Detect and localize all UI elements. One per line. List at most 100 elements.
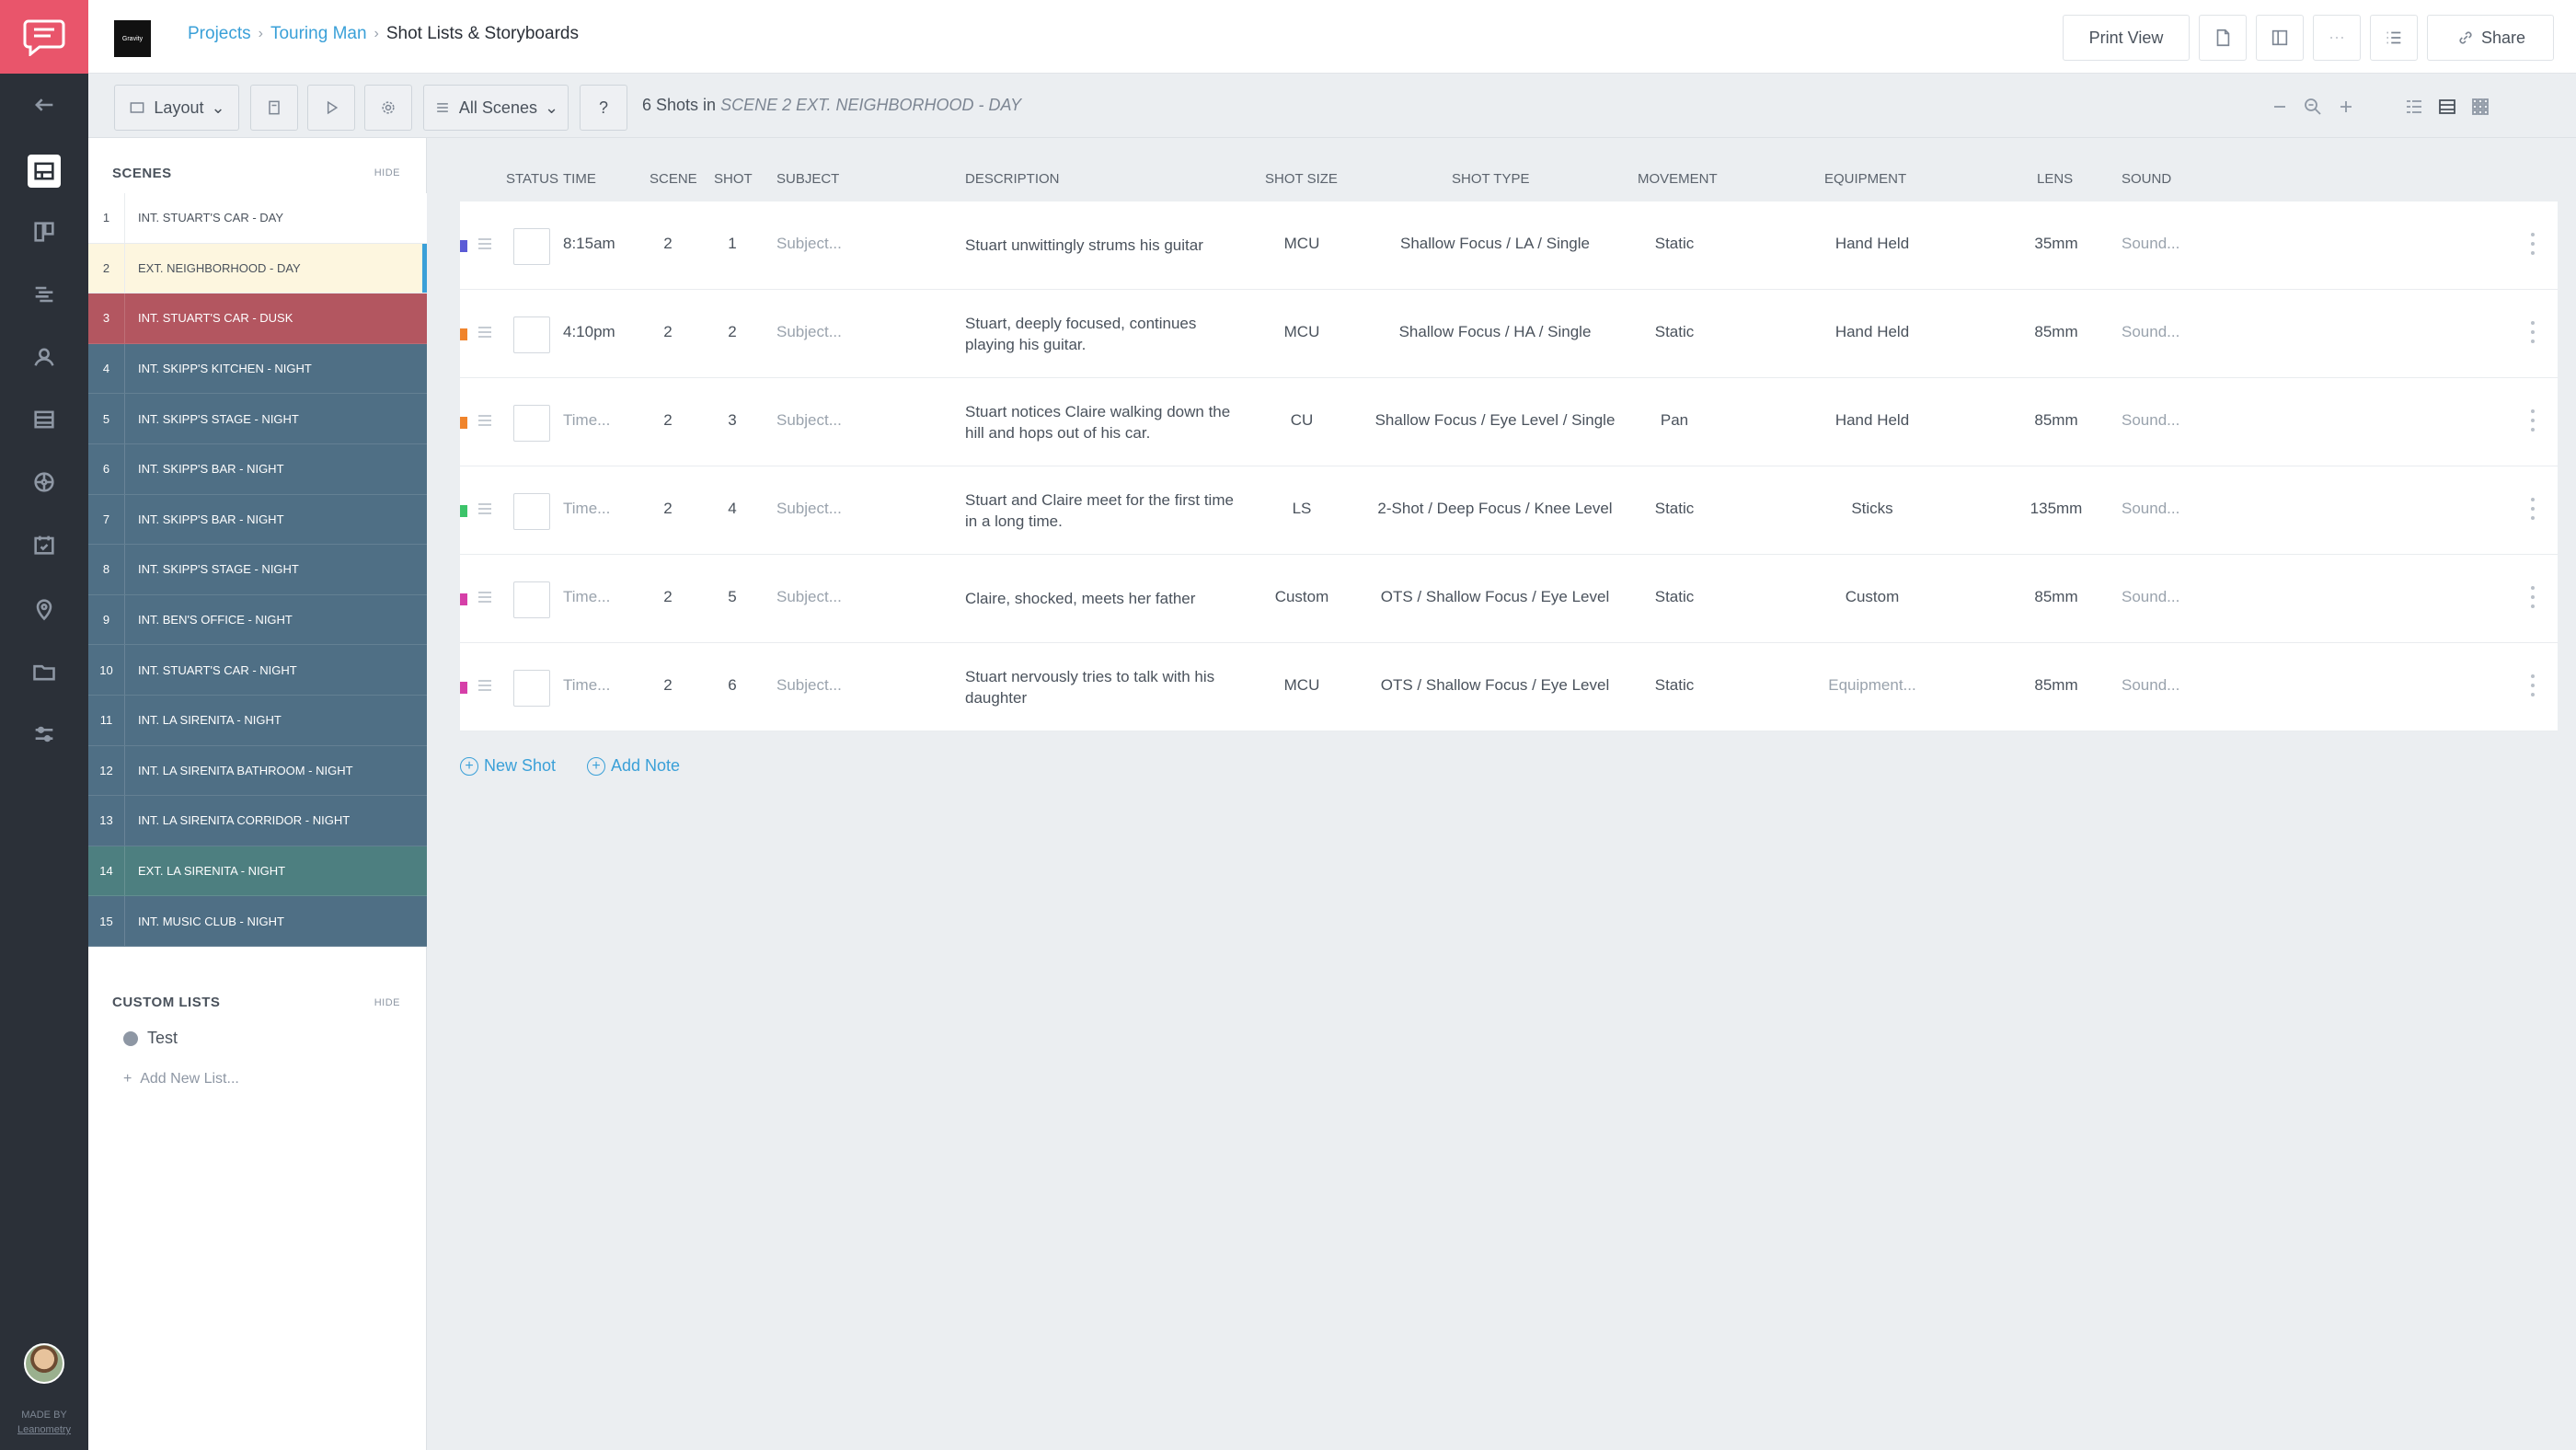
time-cell[interactable]: Time... (563, 588, 610, 606)
scene-cell[interactable]: 2 (650, 323, 686, 341)
col-movement[interactable]: MOVEMENT (1638, 171, 1718, 187)
subject-cell[interactable]: Subject... (776, 588, 842, 606)
scene-item[interactable]: 2 EXT. NEIGHBORHOOD - DAY (88, 243, 427, 294)
scene-item[interactable]: 3 INT. STUART'S CAR - DUSK (88, 293, 427, 344)
row-menu-icon[interactable] (2528, 321, 2537, 343)
subject-cell[interactable]: Subject... (776, 411, 842, 430)
drag-handle-icon[interactable] (478, 680, 491, 693)
scene-item[interactable]: 13 INT. LA SIRENITA CORRIDOR - NIGHT (88, 796, 427, 846)
color-tag[interactable] (460, 328, 467, 340)
sound-cell[interactable]: Sound... (2122, 676, 2179, 695)
col-shot-type[interactable]: SHOT TYPE (1452, 171, 1529, 187)
film-reel-icon[interactable] (28, 466, 61, 499)
settings-button[interactable] (364, 85, 412, 131)
sound-cell[interactable]: Sound... (2122, 500, 2179, 518)
list-view-button[interactable] (2370, 15, 2418, 61)
shot-size-cell[interactable]: Custom (1260, 588, 1343, 606)
scene-cell[interactable]: 2 (650, 588, 686, 606)
status-checkbox[interactable] (513, 405, 550, 442)
shotlist-icon[interactable] (28, 403, 61, 436)
col-time[interactable]: TIME (563, 171, 596, 187)
col-scene[interactable]: SCENE (650, 171, 697, 187)
table-row[interactable]: 4:10pm 2 2 Subject... MCU Shallow Focus / HA … (460, 290, 2558, 378)
col-status[interactable]: STATUS (506, 171, 558, 187)
shot-size-cell[interactable]: LS (1260, 500, 1343, 518)
subject-cell[interactable]: Subject... (776, 500, 842, 518)
storyboard-icon[interactable] (28, 155, 61, 188)
description-cell[interactable]: Stuart and Claire meet for the first tim… (965, 489, 1241, 532)
scene-item[interactable]: 10 INT. STUART'S CAR - NIGHT (88, 645, 427, 696)
board-icon[interactable] (28, 215, 61, 248)
movement-cell[interactable]: Pan (1624, 411, 1725, 430)
scene-item[interactable]: 12 INT. LA SIRENITA BATHROOM - NIGHT (88, 745, 427, 797)
movement-cell[interactable]: Static (1624, 500, 1725, 518)
row-menu-icon[interactable] (2528, 409, 2537, 432)
color-tag[interactable] (460, 682, 467, 694)
time-cell[interactable]: 4:10pm (563, 323, 615, 341)
stripboard-icon[interactable] (28, 278, 61, 311)
col-subject[interactable]: SUBJECT (776, 171, 839, 187)
layout-dropdown[interactable]: Layout ⌄ (114, 85, 239, 131)
scene-cell[interactable]: 2 (650, 500, 686, 518)
shot-cell[interactable]: 3 (714, 411, 751, 430)
share-button[interactable]: Share (2427, 15, 2554, 61)
scene-item[interactable]: 6 INT. SKIPP'S BAR - NIGHT (88, 443, 427, 495)
time-cell[interactable]: Time... (563, 411, 610, 430)
drag-handle-icon[interactable] (478, 415, 491, 428)
table-row[interactable]: 8:15am 2 1 Subject... MCU Shallow Focus / LA … (460, 201, 2558, 290)
sound-cell[interactable]: Sound... (2122, 235, 2179, 253)
status-checkbox[interactable] (513, 670, 550, 707)
scenes-hide-button[interactable]: HIDE (374, 167, 400, 178)
col-sound[interactable]: SOUND (2122, 171, 2171, 187)
color-tag[interactable] (460, 505, 467, 517)
lens-cell[interactable]: 85mm (2015, 323, 2098, 341)
description-cell[interactable]: Stuart, deeply focused, continues playin… (965, 313, 1241, 355)
scene-item[interactable]: 4 INT. SKIPP'S KITCHEN - NIGHT (88, 343, 427, 395)
calendar-icon[interactable] (28, 528, 61, 561)
scene-cell[interactable]: 2 (650, 235, 686, 253)
shot-cell[interactable]: 1 (714, 235, 751, 253)
table-row[interactable]: Time... 2 6 Subject... MCU OTS / Shallow Focu… (460, 643, 2558, 731)
lens-cell[interactable]: 85mm (2015, 411, 2098, 430)
chat-bubble-icon[interactable] (0, 0, 88, 74)
col-equipment[interactable]: EQUIPMENT (1824, 171, 1906, 187)
table-row[interactable]: Time... 2 3 Subject... CU Shallow Focus / Eye… (460, 378, 2558, 466)
subject-cell[interactable]: Subject... (776, 323, 842, 341)
shot-size-cell[interactable]: CU (1260, 411, 1343, 430)
breadcrumb-projects[interactable]: Projects (188, 24, 251, 44)
color-tag[interactable] (460, 417, 467, 429)
drag-handle-icon[interactable] (478, 238, 491, 251)
panel-toggle-button[interactable] (2256, 15, 2304, 61)
status-checkbox[interactable] (513, 581, 550, 618)
equipment-cell[interactable]: Sticks (1794, 500, 1950, 518)
scene-item[interactable]: 7 INT. SKIPP'S BAR - NIGHT (88, 494, 427, 546)
breadcrumb-project[interactable]: Touring Man (270, 24, 367, 44)
help-button[interactable]: ? (580, 85, 627, 131)
time-cell[interactable]: 8:15am (563, 235, 615, 253)
shot-type-cell[interactable]: Shallow Focus / Eye Level / Single (1366, 411, 1624, 430)
scene-item[interactable]: 9 INT. BEN'S OFFICE - NIGHT (88, 594, 427, 646)
scene-item[interactable]: 14 EXT. LA SIRENITA - NIGHT (88, 846, 427, 897)
scene-cell[interactable]: 2 (650, 676, 686, 695)
lens-cell[interactable]: 85mm (2015, 676, 2098, 695)
add-note-button[interactable]: + Add Note (587, 756, 680, 776)
equipment-cell[interactable]: Hand Held (1794, 235, 1950, 253)
equipment-cell[interactable]: Hand Held (1794, 411, 1950, 430)
made-by-link[interactable]: Leanometry (0, 1422, 88, 1437)
color-tag[interactable] (460, 593, 467, 605)
col-description[interactable]: DESCRIPTION (965, 171, 1060, 187)
scene-item[interactable]: 8 INT. SKIPP'S STAGE - NIGHT (88, 545, 427, 595)
description-cell[interactable]: Stuart nervously tries to talk with his … (965, 666, 1241, 708)
col-shot[interactable]: SHOT (714, 171, 753, 187)
shot-cell[interactable]: 5 (714, 588, 751, 606)
shot-cell[interactable]: 2 (714, 323, 751, 341)
shot-cell[interactable]: 4 (714, 500, 751, 518)
equipment-cell[interactable]: Custom (1794, 588, 1950, 606)
shot-type-cell[interactable]: OTS / Shallow Focus / Eye Level (1366, 676, 1624, 695)
folder-icon[interactable] (28, 655, 61, 688)
pdf-export-button[interactable] (2199, 15, 2247, 61)
shot-type-cell[interactable]: OTS / Shallow Focus / Eye Level (1366, 588, 1624, 606)
time-cell[interactable]: Time... (563, 676, 610, 695)
color-tag[interactable] (460, 240, 467, 252)
time-cell[interactable]: Time... (563, 500, 610, 518)
